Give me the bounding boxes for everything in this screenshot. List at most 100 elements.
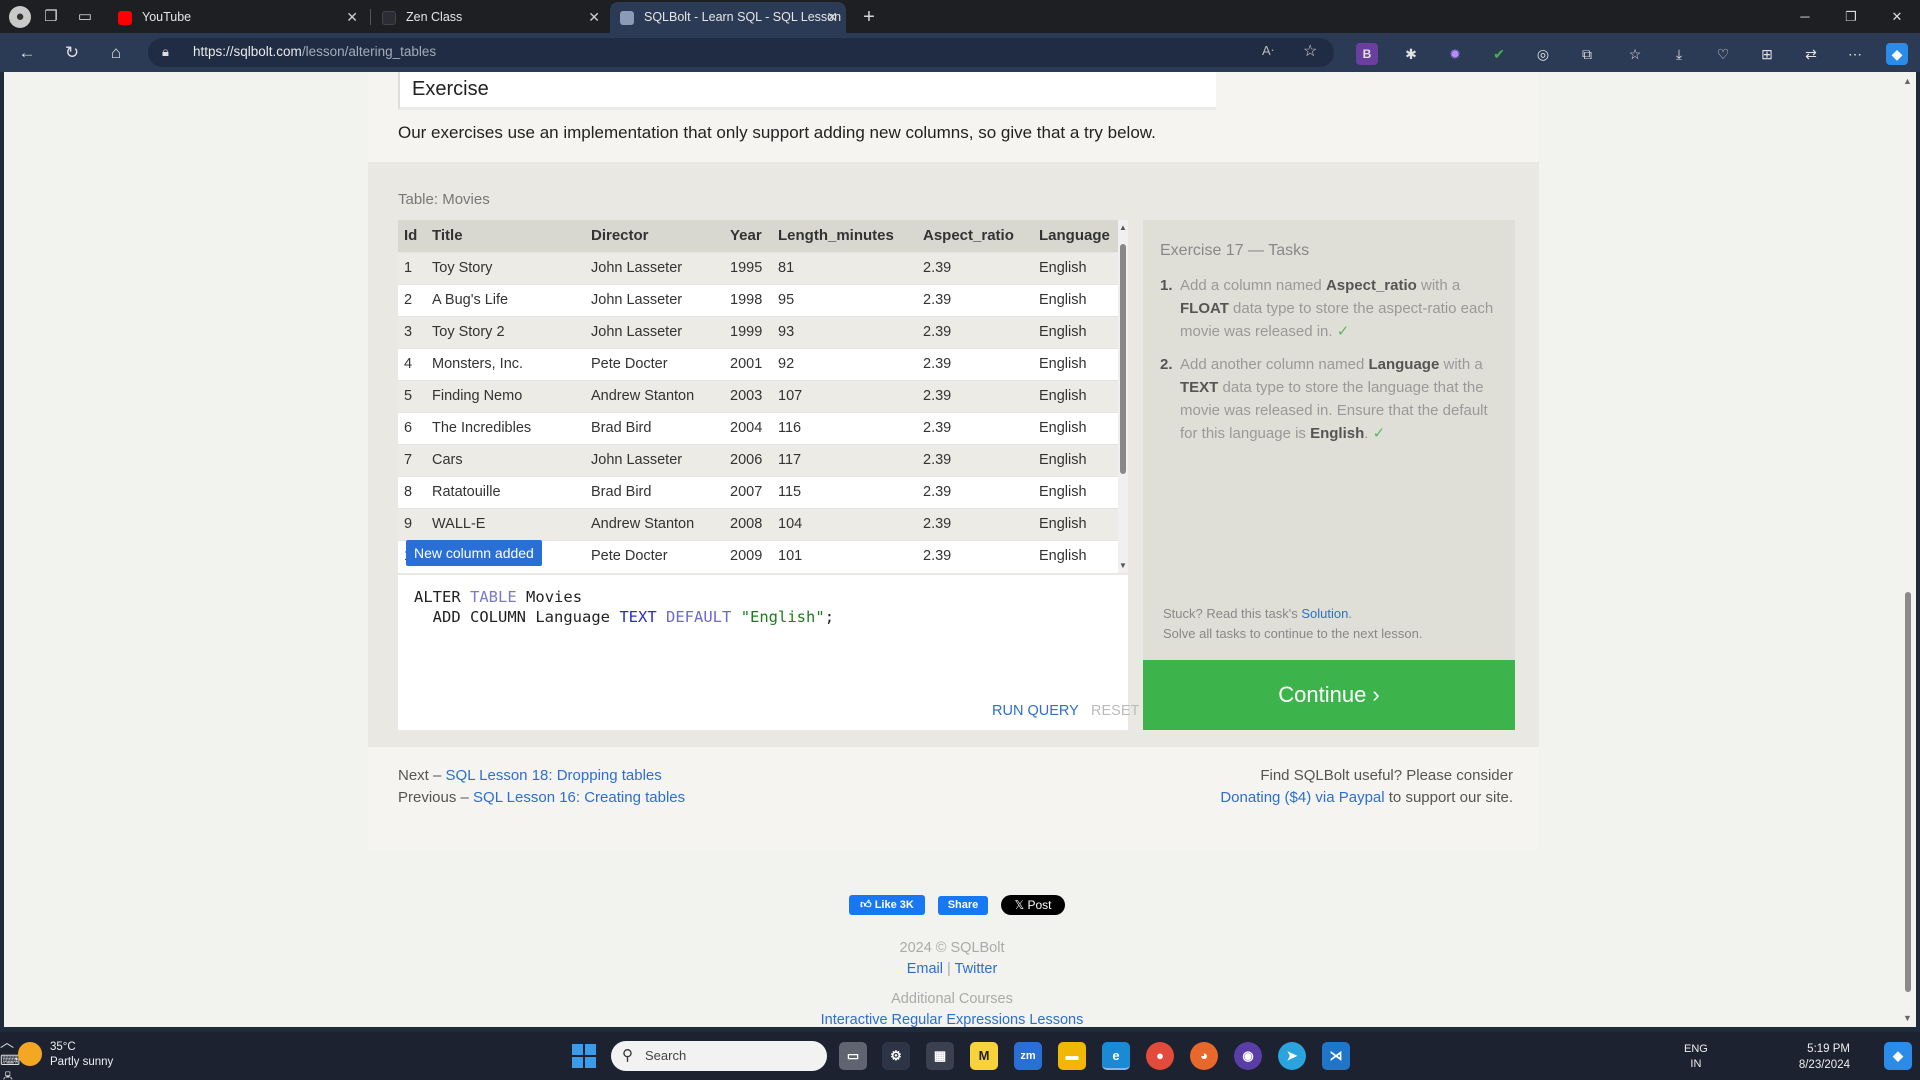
new-tab-button[interactable]: +	[858, 6, 880, 28]
favorites-icon[interactable]: ☆	[1624, 43, 1646, 65]
weather-widget[interactable]: 35°C Partly sunny	[18, 1040, 113, 1070]
facebook-share-button[interactable]: Share	[938, 896, 988, 915]
more-menu-icon[interactable]: ⋯	[1844, 43, 1866, 65]
refresh-icon[interactable]: ↻	[60, 41, 84, 65]
footer-course-links: Interactive Regular Expressions Lessons	[4, 1012, 1900, 1027]
scroll-up-icon[interactable]: ▲	[1903, 76, 1912, 86]
table-cell: English	[1033, 411, 1128, 444]
table-cell: English	[1033, 539, 1128, 572]
close-tab-icon[interactable]: ✕	[826, 2, 838, 33]
extension-gear-icon[interactable]: ✱	[1400, 43, 1422, 65]
x-post-button[interactable]: 𝕏 Post	[1001, 895, 1065, 915]
table-row: 5 Finding Nemo Andrew Stanton 2003 107 2.39 En…	[398, 379, 1128, 412]
table-row: 4 Monsters, Inc. Pete Docter 2001 92 2.39 Engl…	[398, 347, 1128, 380]
language-indicator[interactable]: ENG IN	[1684, 1042, 1708, 1072]
table-cell: Brad Bird	[585, 411, 724, 444]
keyboard-icon[interactable]: ⌨	[0, 1052, 1920, 1069]
file-explorer-icon[interactable]: ▬	[1058, 1042, 1086, 1070]
close-tab-icon[interactable]: ✕	[588, 2, 600, 33]
extension-puzzle-purple-icon[interactable]: ✹	[1444, 43, 1466, 65]
previous-lesson-link[interactable]: SQL Lesson 16: Creating tables	[473, 789, 685, 806]
read-aloud-icon[interactable]: Aᐧ	[1262, 43, 1274, 59]
table-cell: 115	[772, 475, 917, 508]
extensions-icon[interactable]: ⧉	[1576, 43, 1598, 65]
sql-code[interactable]: ALTER TABLE Movies ADD COLUMN Language T…	[414, 587, 834, 627]
copilot-icon[interactable]: ◆	[1886, 43, 1908, 65]
share-icon[interactable]: ⇄	[1800, 43, 1822, 65]
tab-sqlbolt[interactable]: SQLBolt - Learn SQL - SQL Lesson ✕	[610, 2, 846, 33]
chrome-icon[interactable]: ●	[1146, 1042, 1174, 1070]
table-cell: 101	[772, 539, 917, 572]
collections-icon[interactable]: ⊞	[1756, 43, 1778, 65]
table-cell: 2	[398, 283, 426, 316]
table-scrollbar[interactable]: ▲ ▼	[1118, 220, 1128, 573]
page-scrollbar[interactable]: ▲ ▼	[1900, 72, 1916, 1027]
lock-icon[interactable]: 🔒︎	[162, 44, 169, 60]
check-icon: ✓	[1372, 425, 1386, 442]
start-icon[interactable]	[572, 1044, 596, 1068]
continue-button[interactable]: Continue ›	[1143, 660, 1515, 730]
tab-zen-class[interactable]: Zen Class ✕	[372, 2, 608, 33]
extension-target-icon[interactable]: ◎	[1532, 43, 1554, 65]
solution-link[interactable]: Solution	[1301, 606, 1348, 621]
column-header: Director	[585, 220, 724, 252]
back-icon[interactable]: ←	[15, 41, 39, 65]
extension-v-icon[interactable]: ✔	[1488, 43, 1510, 65]
table-cell: 8	[398, 475, 426, 508]
table-cell: Toy Story 2	[426, 315, 585, 348]
x-logo-icon: 𝕏	[1014, 898, 1028, 912]
run-query-button[interactable]: RUN QUERY	[992, 703, 1079, 719]
tab-actions-icon[interactable]: ▭	[74, 6, 96, 28]
settings-icon[interactable]: ⚙	[882, 1042, 910, 1070]
scroll-down-icon[interactable]: ▼	[1903, 1013, 1912, 1023]
scroll-up-icon[interactable]: ▲	[1119, 223, 1127, 232]
twitter-link[interactable]: Twitter	[955, 961, 998, 977]
show-hidden-icons[interactable]: ︿	[0, 1032, 1920, 1052]
profile-avatar-icon[interactable]: ●	[9, 6, 31, 28]
column-header: Aspect_ratio	[917, 220, 1033, 252]
firefox-icon[interactable]: ◕	[1190, 1042, 1218, 1070]
close-window-icon[interactable]: ✕	[1874, 0, 1920, 33]
restore-icon[interactable]: ❐	[1828, 0, 1874, 33]
minimize-icon[interactable]: ─	[1782, 0, 1828, 33]
table-row: 6 The Incredibles Brad Bird 2004 116 2.39 Engl…	[398, 411, 1128, 444]
page-scroll-thumb[interactable]	[1905, 592, 1911, 992]
table-cell: 2.39	[917, 315, 1033, 348]
table-cell: English	[1033, 251, 1128, 284]
extension-b-icon[interactable]: B	[1356, 43, 1378, 65]
regex-lessons-link[interactable]: Interactive Regular Expressions Lessons	[821, 1012, 1084, 1027]
reset-button[interactable]: RESET	[1091, 703, 1139, 719]
next-lesson-link[interactable]: SQL Lesson 18: Dropping tables	[446, 767, 662, 784]
network-icon[interactable]: 🖧︎	[0, 1069, 1920, 1080]
clock[interactable]: 5:19 PM 8/23/2024	[1780, 1041, 1850, 1073]
github-icon[interactable]: ◉	[1234, 1042, 1262, 1070]
home-icon[interactable]: ⌂	[104, 41, 128, 65]
donate-link[interactable]: Donating ($4) via Paypal	[1220, 789, 1384, 806]
store-icon[interactable]: ▦	[926, 1042, 954, 1070]
url-field[interactable]: 🔒︎ https://sqlbolt.com/lesson/altering_t…	[148, 38, 1334, 67]
table-cell: A Bug's Life	[426, 283, 585, 316]
table-cell: 6	[398, 411, 426, 444]
vscode-icon[interactable]: ⋊	[1322, 1042, 1350, 1070]
table-cell: 1998	[724, 283, 772, 316]
table-scroll-thumb[interactable]	[1120, 244, 1126, 474]
table-cell: English	[1033, 283, 1128, 316]
zoom-icon[interactable]: zm	[1014, 1042, 1042, 1070]
tab-youtube[interactable]: YouTube ✕	[108, 2, 366, 33]
miro-icon[interactable]: M	[970, 1042, 998, 1070]
telegram-icon[interactable]: ➤	[1278, 1042, 1306, 1070]
copilot-taskbar-icon[interactable]: ◆	[1884, 1042, 1912, 1070]
downloads-icon[interactable]: ⤓	[1668, 43, 1690, 65]
table-cell: 2.39	[917, 507, 1033, 540]
taskbar-search[interactable]: ⚲ Search	[611, 1041, 827, 1071]
workspaces-icon[interactable]: ❐	[40, 6, 62, 28]
task-view-icon[interactable]: ▭	[839, 1042, 867, 1070]
scroll-down-icon[interactable]: ▼	[1119, 561, 1127, 570]
facebook-like-button[interactable]: 👍︎ Like 3K	[849, 895, 925, 915]
browser-essentials-icon[interactable]: ♡	[1712, 43, 1734, 65]
close-tab-icon[interactable]: ✕	[346, 2, 358, 33]
email-link[interactable]: Email	[907, 961, 943, 977]
favorite-star-icon[interactable]: ☆	[1303, 41, 1317, 61]
edge-icon[interactable]: e	[1102, 1042, 1130, 1070]
table-cell: 2.39	[917, 411, 1033, 444]
